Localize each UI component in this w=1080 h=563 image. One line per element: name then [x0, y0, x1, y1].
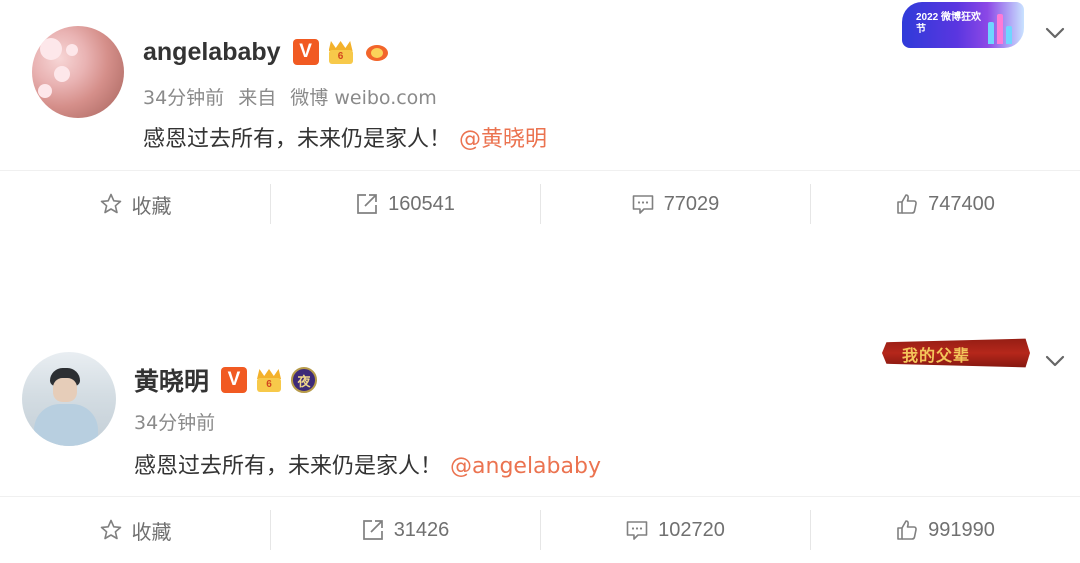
verified-badge-icon[interactable]: V [292, 39, 319, 65]
favorite-button[interactable]: 收藏 [0, 184, 270, 224]
verified-badge-icon[interactable]: V [221, 367, 248, 393]
post-card: 黄晓明 V 6 夜 34分钟前 感恩过去所有，未来仍是家人！ @angelabab… [0, 330, 1080, 563]
post-toolbar: 收藏 31426 102720 991990 [0, 496, 1080, 563]
mention-link[interactable]: @angelababy [450, 454, 601, 479]
post-text: 感恩过去所有，未来仍是家人！ [134, 454, 443, 479]
like-count: 747400 [928, 192, 995, 215]
post-meta: 34分钟前 [134, 408, 215, 435]
comment-icon [632, 195, 653, 214]
star-icon [100, 193, 121, 214]
name-row: 黄晓明 V 6 夜 [134, 362, 318, 398]
my-father-banner-icon[interactable]: 我的父辈 [882, 338, 1030, 368]
weibo-feed: angelababy V 6 34分钟前 来自 微博 weibo.com 感恩过… [0, 0, 1080, 563]
repost-button[interactable]: 160541 [270, 184, 540, 224]
username[interactable]: angelababy [143, 38, 281, 67]
post-card: angelababy V 6 34分钟前 来自 微博 weibo.com 感恩过… [0, 0, 1080, 238]
share-icon [357, 194, 377, 214]
chevron-down-icon[interactable] [1044, 22, 1066, 44]
comment-count: 77029 [663, 192, 720, 215]
favorite-button[interactable]: 收藏 [0, 510, 270, 550]
comment-icon [626, 521, 648, 540]
post-text: 感恩过去所有，未来仍是家人！ [143, 127, 452, 152]
name-row: angelababy V 6 [143, 36, 391, 68]
post-content: 感恩过去所有，未来仍是家人！ @angelababy [134, 448, 601, 480]
banner-text: 2022 微博狂欢节 [916, 12, 982, 35]
post-toolbar: 收藏 160541 77029 747400 [0, 170, 1080, 237]
repost-count: 160541 [388, 192, 455, 215]
night-badge-icon[interactable]: 夜 [291, 367, 318, 393]
chevron-down-icon[interactable] [1044, 350, 1066, 372]
post-time[interactable]: 34分钟前 [134, 412, 215, 434]
repost-button[interactable]: 31426 [270, 510, 540, 550]
post-meta: 34分钟前 来自 微博 weibo.com [143, 83, 437, 110]
comment-count: 102720 [658, 518, 725, 541]
share-icon [362, 520, 383, 540]
thumbs-up-icon [897, 194, 917, 214]
post-time[interactable]: 34分钟前 [143, 87, 224, 109]
banner-text: 我的父辈 [902, 346, 971, 365]
carnival-banner-icon[interactable]: 2022 微博狂欢节 [902, 2, 1024, 48]
comment-button[interactable]: 77029 [540, 184, 810, 224]
like-button[interactable]: 991990 [810, 510, 1080, 550]
crown-badge-icon[interactable]: 6 [327, 39, 355, 65]
crown-badge-icon[interactable]: 6 [255, 367, 283, 393]
like-count: 991990 [928, 518, 995, 541]
avatar[interactable] [32, 26, 124, 118]
post-content: 感恩过去所有，未来仍是家人！ @黄晓明 [143, 121, 547, 153]
favorite-label: 收藏 [131, 195, 172, 218]
favorite-label: 收藏 [131, 521, 172, 544]
repost-count: 31426 [393, 518, 450, 541]
post-source[interactable]: 微博 weibo.com [290, 87, 437, 109]
star-icon [100, 519, 121, 540]
comment-button[interactable]: 102720 [540, 510, 810, 550]
source-prefix: 来自 [238, 87, 277, 109]
thumbs-up-icon [897, 520, 917, 540]
mention-link[interactable]: @黄晓明 [459, 127, 547, 152]
horn-badge-icon[interactable] [363, 39, 391, 65]
like-button[interactable]: 747400 [810, 184, 1080, 224]
username[interactable]: 黄晓明 [134, 362, 209, 398]
avatar[interactable] [22, 352, 116, 446]
